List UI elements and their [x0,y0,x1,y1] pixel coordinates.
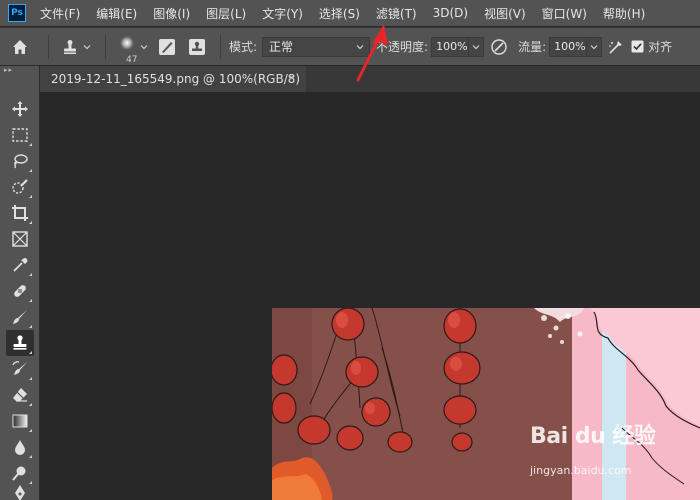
airbrush-icon [609,40,623,54]
document-tab[interactable]: 2019-12-11_165549.png @ 100%(RGB/8) × [40,66,306,92]
flow-dropdown[interactable] [586,36,603,57]
clone-stamp-tool-icon [13,335,27,350]
menu-image[interactable]: 图像(I) [153,5,190,22]
watermark: Bai du 经验 jingyan.baidu.com [530,418,700,500]
watermark-brand: Bai du 经验 [530,424,656,449]
document-tab-title: 2019-12-11_165549.png @ 100%(RGB/8) [51,72,301,86]
opacity-input[interactable]: 100% [431,36,470,57]
soft-brush-icon [119,34,135,51]
mode-label: 模式: [229,40,258,54]
watermark-url: jingyan.baidu.com [530,464,632,477]
tools-panel: ▸▸ [0,66,40,500]
flow-input[interactable]: 100% [549,36,588,57]
dodge-tool-icon [12,466,26,481]
menu-3d[interactable]: 3D(D) [433,6,468,20]
menu-filter[interactable]: 滤镜(T) [376,5,417,22]
menu-type[interactable]: 文字(Y) [262,5,303,22]
pressure-opacity-button[interactable] [484,35,514,59]
history-brush-tool-icon [12,361,27,375]
clone-source-button[interactable] [182,35,212,59]
marquee-tool[interactable] [6,122,34,148]
close-icon[interactable]: × [287,71,296,84]
opacity-dropdown[interactable] [468,36,485,57]
crop-tool[interactable] [6,200,34,226]
quick-selection-tool-icon [12,179,28,194]
menu-file[interactable]: 文件(F) [40,5,80,22]
brush-panel-icon [159,38,175,55]
eyedropper-tool-icon [13,258,28,272]
brush-preset-picker[interactable]: 47 [114,34,152,65]
clone-stamp-tool[interactable] [6,330,34,356]
chevron-down-icon [140,44,148,49]
home-icon [13,39,27,54]
divider [48,34,49,59]
menu-layer[interactable]: 图层(L) [206,5,246,22]
menu-edit[interactable]: 编辑(E) [96,5,137,22]
menu-view[interactable]: 视图(V) [484,5,526,22]
crop-tool-icon [12,205,28,221]
frame-tool-icon [12,231,28,247]
move-tool-icon [12,101,28,117]
flow-label: 流量: [518,40,547,54]
brush-tool[interactable] [6,304,34,330]
divider [220,34,221,59]
eyedropper-tool[interactable] [6,252,34,278]
brush-tool-icon [13,310,27,324]
aligned-label: 对齐 [648,40,673,54]
home-button[interactable] [0,35,40,59]
move-tool[interactable] [6,96,34,122]
dodge-tool[interactable] [6,460,34,486]
chevron-down-icon [472,44,480,49]
divider [105,34,106,59]
brush-settings-button[interactable] [152,35,182,59]
photoshop-logo: Ps [8,4,26,22]
airbrush-button[interactable] [602,35,630,59]
flow-value: 100% [554,40,586,53]
blur-tool-icon [15,440,25,455]
clone-stamp-icon [64,39,76,54]
menu-window[interactable]: 窗口(W) [542,5,587,22]
annotation-arrow-icon [356,24,388,82]
chevron-down-icon [590,44,598,49]
clone-source-icon [189,38,205,55]
pen-tool-icon [15,485,25,500]
frame-tool[interactable] [6,226,34,252]
brush-size-readout: 47 [126,54,138,65]
eraser-tool-icon [13,388,27,402]
lasso-tool-icon [14,154,28,169]
aligned-checkbox[interactable] [630,35,644,59]
blend-mode-value: 正常 [269,40,294,54]
healing-brush-tool[interactable] [6,278,34,304]
panel-collapse-grip[interactable]: ▸▸ [4,66,34,76]
menu-help[interactable]: 帮助(H) [603,5,645,22]
eraser-tool[interactable] [6,382,34,408]
menu-select[interactable]: 选择(S) [319,5,360,22]
gradient-tool-icon [12,414,28,428]
marquee-tool-icon [12,128,28,142]
blur-tool[interactable] [6,434,34,460]
lasso-tool[interactable] [6,148,34,174]
quick-selection-tool[interactable] [6,174,34,200]
chevron-down-icon [83,44,91,49]
pressure-opacity-icon [491,38,507,55]
healing-brush-tool-icon [14,285,26,297]
pen-tool[interactable] [6,484,34,500]
tool-preset-picker[interactable] [57,35,97,59]
checkbox-checked-icon [631,40,644,53]
gradient-tool[interactable] [6,408,34,434]
history-brush-tool[interactable] [6,356,34,382]
photoshop-window: Ps 文件(F) 编辑(E) 图像(I) 图层(L) 文字(Y) 选择(S) 滤… [0,0,700,500]
opacity-value: 100% [436,40,468,53]
